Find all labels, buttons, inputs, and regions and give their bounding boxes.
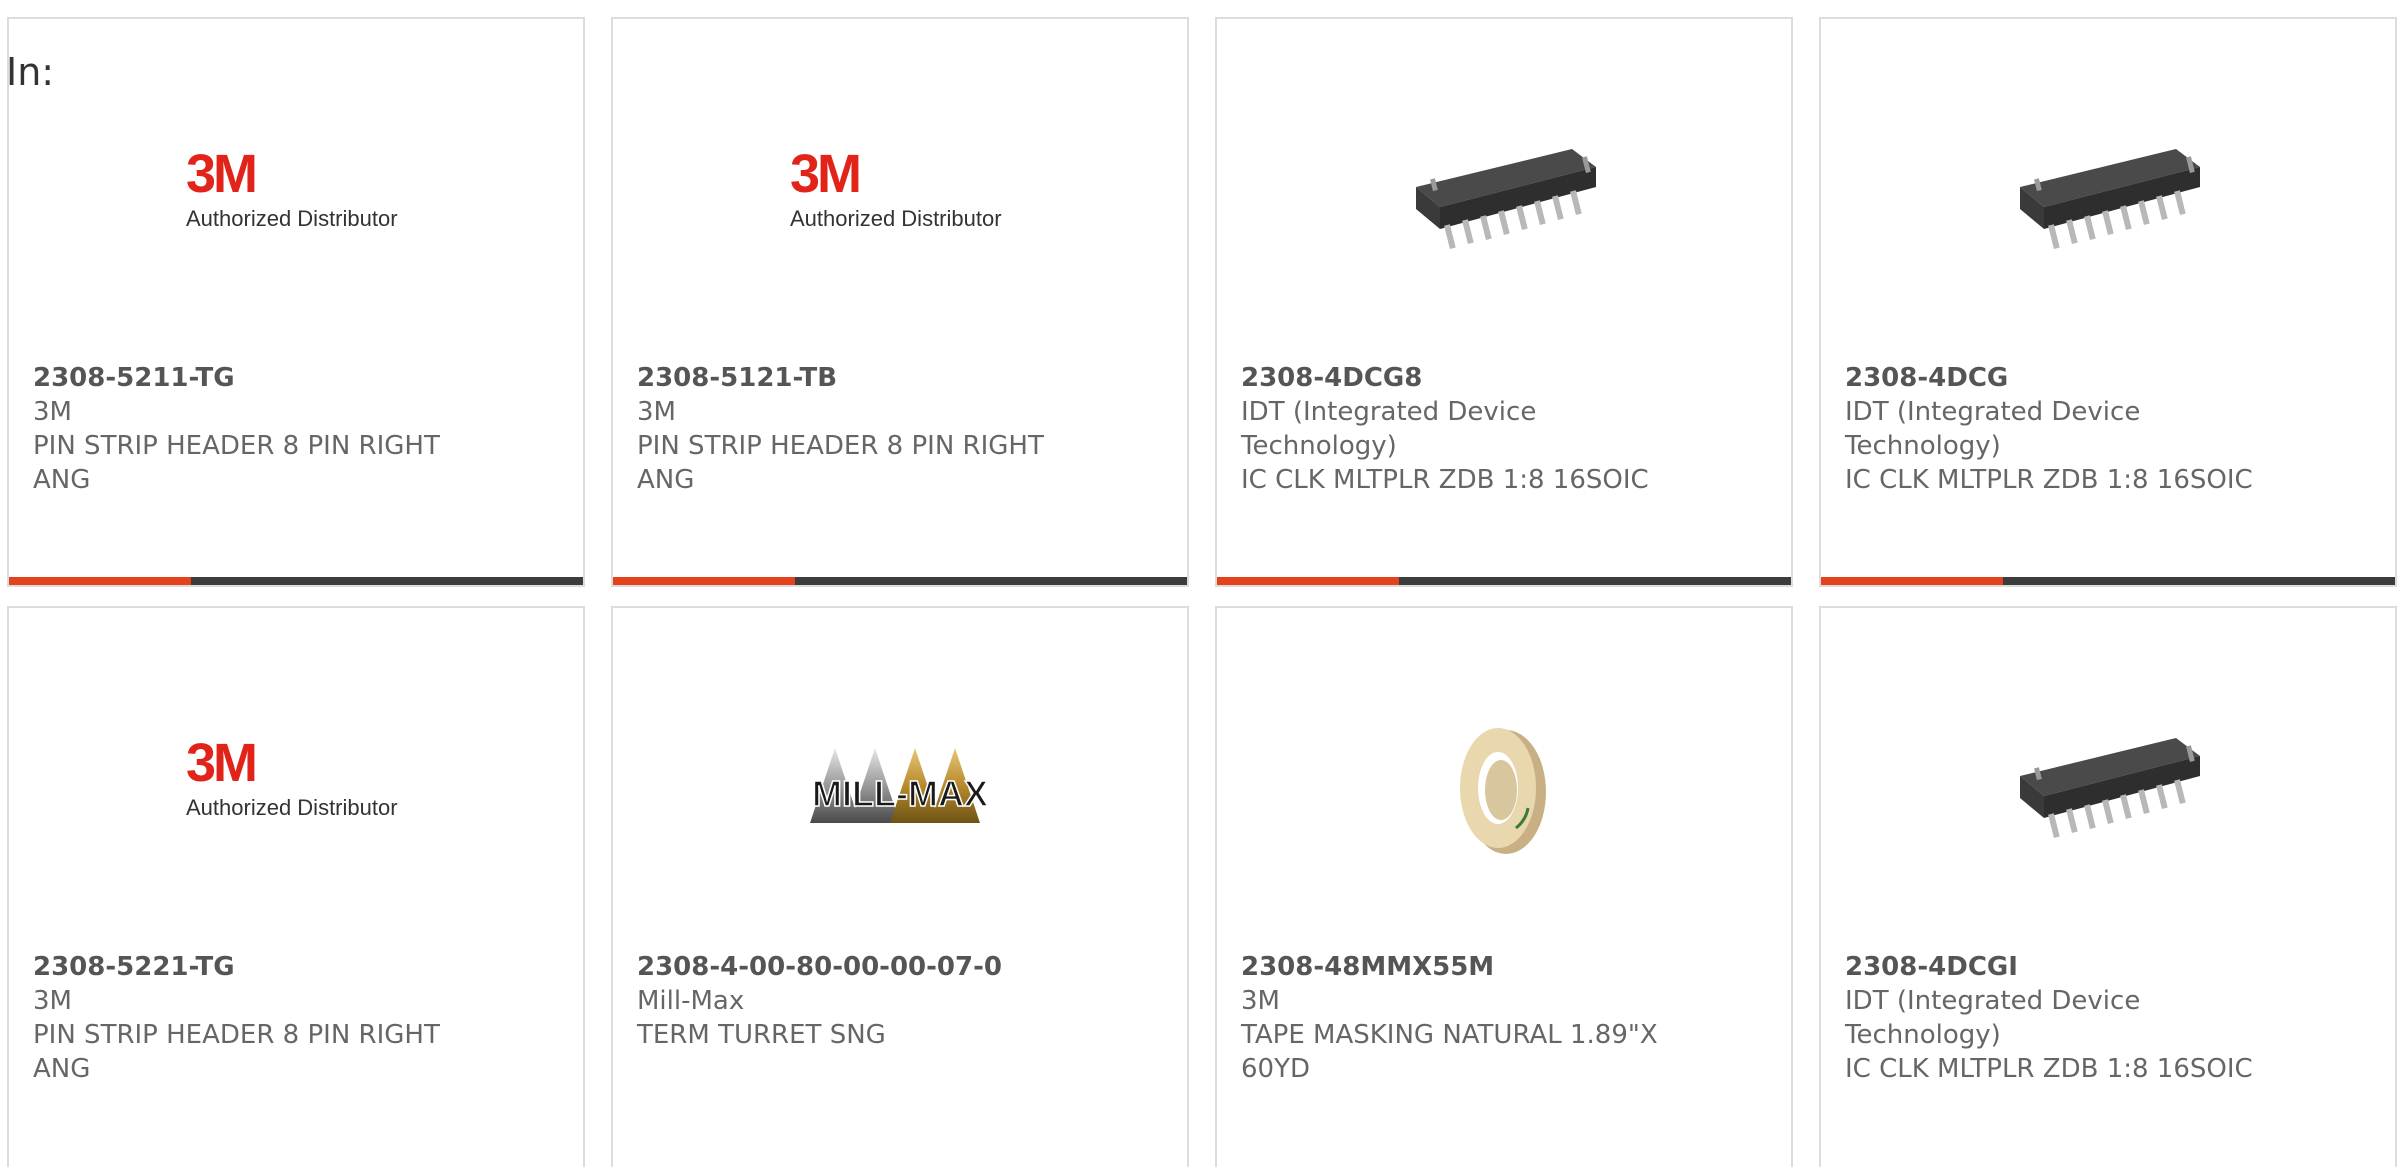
- product-info: 2308-4-00-80-00-00-07-0 Mill-Max TERM TU…: [637, 950, 1077, 1052]
- description: PIN STRIP HEADER 8 PIN RIGHT ANG: [33, 431, 440, 495]
- 3m-logo-icon: 3M Authorized Distributor: [186, 144, 398, 231]
- card-footer-bar: [1217, 577, 1791, 585]
- card-footer-bar: [613, 577, 1187, 585]
- 3m-logo-icon: 3M Authorized Distributor: [186, 733, 398, 820]
- product-card[interactable]: 2308-4DCG IDT (Integrated Device Technol…: [1819, 17, 2397, 587]
- manufacturer: IDT (Integrated Device Technology): [1241, 397, 1537, 461]
- svg-text:MILL-MAX: MILL-MAX: [812, 773, 988, 814]
- product-info: 2308-4DCG IDT (Integrated Device Technol…: [1845, 361, 2285, 497]
- in-filter-label: In:: [6, 50, 55, 94]
- product-info: 2308-4DCGI IDT (Integrated Device Techno…: [1845, 950, 2285, 1086]
- product-info: 2308-5211-TG 3M PIN STRIP HEADER 8 PIN R…: [33, 361, 473, 497]
- manufacturer: 3M: [637, 397, 676, 427]
- product-image[interactable]: 3M Authorized Distributor: [613, 79, 1187, 319]
- product-image[interactable]: 3M Authorized Distributor: [9, 79, 583, 319]
- part-number-link[interactable]: 2308-48MMX55M: [1241, 950, 1681, 984]
- card-footer-bar: [9, 577, 583, 585]
- part-number-link[interactable]: 2308-5121-TB: [637, 361, 1077, 395]
- description: TERM TURRET SNG: [637, 1020, 886, 1050]
- product-card[interactable]: MILL-MAX 2308-4-00-80-00-00-07-0 Mill-Ma…: [611, 606, 1189, 1167]
- product-card[interactable]: 2308-4DCG8 IDT (Integrated Device Techno…: [1215, 17, 1793, 587]
- product-image[interactable]: [1821, 79, 2395, 319]
- product-grid: 3M Authorized Distributor 2308-5211-TG 3…: [0, 0, 2400, 1167]
- description: IC CLK MLTPLR ZDB 1:8 16SOIC: [1845, 1054, 2253, 1084]
- part-number-link[interactable]: 2308-4-00-80-00-00-07-0: [637, 950, 1077, 984]
- product-card[interactable]: 3M Authorized Distributor 2308-5121-TB 3…: [611, 17, 1189, 587]
- description: PIN STRIP HEADER 8 PIN RIGHT ANG: [637, 431, 1044, 495]
- product-image[interactable]: [1821, 668, 2395, 908]
- product-image[interactable]: [1217, 79, 1791, 319]
- product-card[interactable]: 2308-48MMX55M 3M TAPE MASKING NATURAL 1.…: [1215, 606, 1793, 1167]
- description: PIN STRIP HEADER 8 PIN RIGHT ANG: [33, 1020, 440, 1084]
- product-card[interactable]: 3M Authorized Distributor 2308-5221-TG 3…: [7, 606, 585, 1167]
- product-card[interactable]: 2308-4DCGI IDT (Integrated Device Techno…: [1819, 606, 2397, 1167]
- description: IC CLK MLTPLR ZDB 1:8 16SOIC: [1845, 465, 2253, 495]
- product-image[interactable]: 3M Authorized Distributor: [9, 668, 583, 908]
- product-image[interactable]: [1217, 668, 1791, 908]
- mill-max-logo-icon: MILL-MAX: [810, 748, 989, 823]
- part-number-link[interactable]: 2308-5211-TG: [33, 361, 473, 395]
- soic-chip-icon: [1416, 149, 1596, 250]
- product-info: 2308-48MMX55M 3M TAPE MASKING NATURAL 1.…: [1241, 950, 1681, 1086]
- manufacturer: Mill-Max: [637, 986, 745, 1016]
- product-image[interactable]: MILL-MAX: [613, 668, 1187, 908]
- manufacturer: IDT (Integrated Device Technology): [1845, 397, 2141, 461]
- part-number-link[interactable]: 2308-5221-TG: [33, 950, 473, 984]
- product-info: 2308-5121-TB 3M PIN STRIP HEADER 8 PIN R…: [637, 361, 1077, 497]
- part-number-link[interactable]: 2308-4DCG: [1845, 361, 2285, 395]
- product-info: 2308-5221-TG 3M PIN STRIP HEADER 8 PIN R…: [33, 950, 473, 1086]
- manufacturer: 3M: [33, 986, 72, 1016]
- product-card[interactable]: 3M Authorized Distributor 2308-5211-TG 3…: [7, 17, 585, 587]
- part-number-link[interactable]: 2308-4DCG8: [1241, 361, 1681, 395]
- 3m-logo-icon: 3M Authorized Distributor: [790, 144, 1002, 231]
- part-number-link[interactable]: 2308-4DCGI: [1845, 950, 2285, 984]
- card-footer-bar: [1821, 577, 2395, 585]
- soic-chip-icon: [2020, 738, 2200, 839]
- manufacturer: 3M: [33, 397, 72, 427]
- manufacturer: IDT (Integrated Device Technology): [1845, 986, 2141, 1050]
- masking-tape-roll-icon: [1460, 728, 1546, 854]
- product-info: 2308-4DCG8 IDT (Integrated Device Techno…: [1241, 361, 1681, 497]
- description: IC CLK MLTPLR ZDB 1:8 16SOIC: [1241, 465, 1649, 495]
- description: TAPE MASKING NATURAL 1.89"X 60YD: [1241, 1020, 1658, 1084]
- soic-chip-icon: [2020, 149, 2200, 250]
- manufacturer: 3M: [1241, 986, 1280, 1016]
